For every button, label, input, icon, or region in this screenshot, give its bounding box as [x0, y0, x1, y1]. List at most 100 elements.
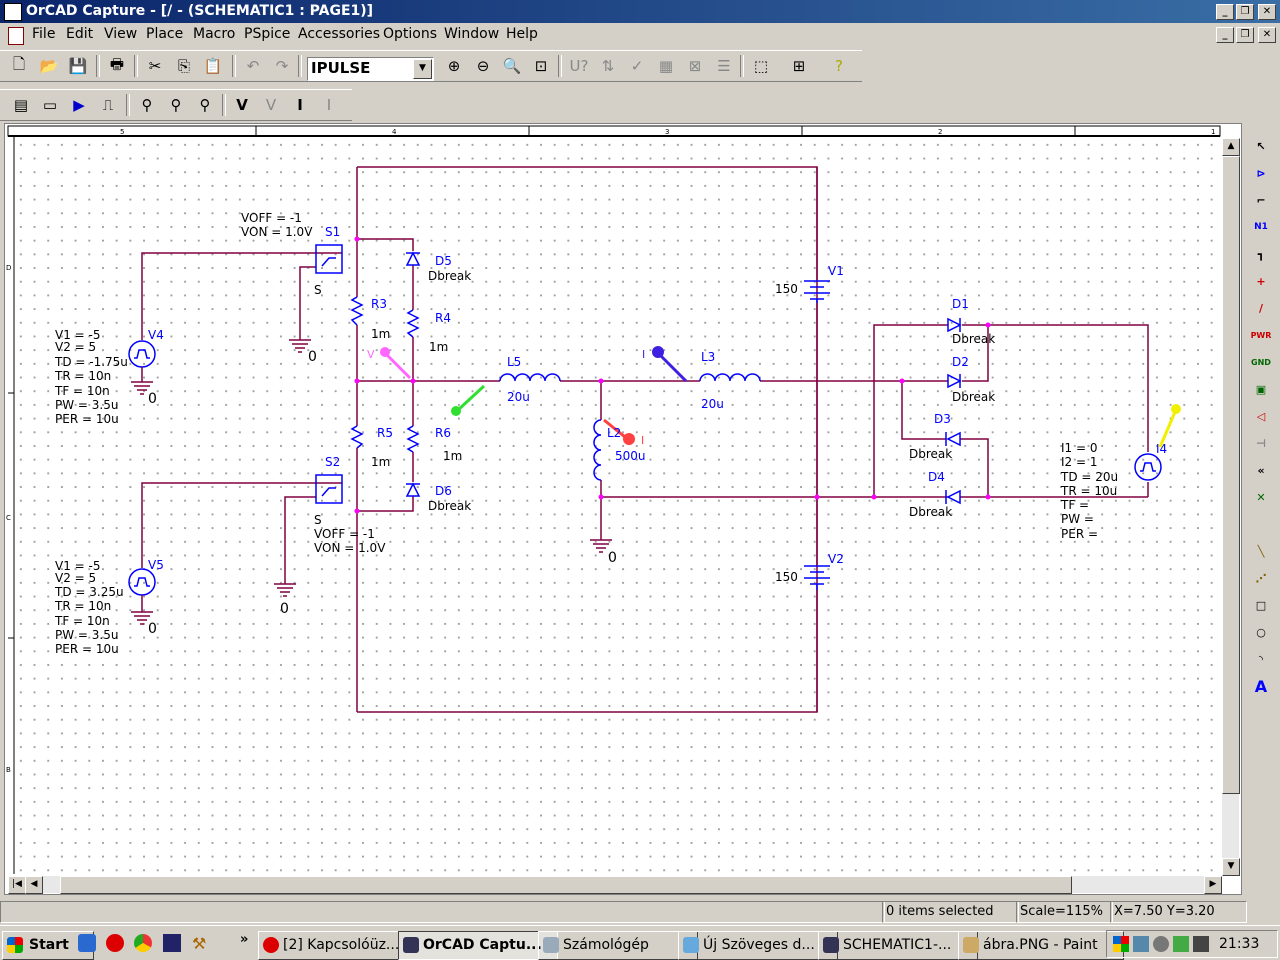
place-ground-icon[interactable]: GND [1249, 350, 1273, 374]
place-bus-entry-icon[interactable]: / [1249, 296, 1273, 320]
chrome-icon[interactable] [134, 934, 152, 952]
v1-ref: V1 [828, 264, 844, 278]
place-part-icon[interactable]: ⊳ [1249, 161, 1273, 185]
s1-voff: VOFF = -1 [241, 211, 302, 225]
place-port-icon[interactable]: ◁ [1249, 404, 1273, 428]
tray-app-icon[interactable] [1113, 936, 1129, 952]
v4-param: TD = -1.75u [54, 355, 128, 369]
tray-security-icon[interactable] [1173, 936, 1189, 952]
place-arc-icon[interactable]: ◝ [1249, 647, 1273, 671]
vertical-scroll-thumb[interactable] [1222, 156, 1240, 794]
notepad-icon [683, 937, 699, 953]
d2-model: Dbreak [952, 390, 995, 404]
s2-von: VON = 1.0V [314, 541, 386, 555]
ruler-row-d: D [6, 264, 11, 272]
ground-label-l2: 0 [608, 550, 617, 566]
place-pin-icon[interactable]: ⊣ [1249, 431, 1273, 455]
v4-param: PW = 3.5u [55, 398, 118, 412]
ruler-col-3: 3 [665, 128, 669, 136]
diode-d5 [405, 251, 421, 266]
save-disk-icon[interactable] [163, 934, 181, 952]
horizontal-scroll-thumb[interactable] [60, 876, 1072, 894]
place-bus-icon[interactable]: ┓ [1249, 242, 1273, 266]
parts [128, 244, 1162, 596]
i4-param: PER = [1061, 527, 1098, 541]
d6-model: Dbreak [428, 499, 471, 513]
tools-icon[interactable]: ⚒ [192, 934, 210, 953]
r6-value: 1m [443, 449, 462, 463]
tray-monitor-icon[interactable] [1193, 936, 1209, 952]
d5-ref: D5 [435, 254, 452, 268]
v5-param: PER = 10u [55, 642, 119, 656]
status-message [0, 901, 885, 923]
v4-param: V2 = 5 [55, 340, 96, 354]
place-junction-icon[interactable]: + [1249, 269, 1273, 293]
horizontal-scrollbar[interactable]: |◀ ◀ ▶ [8, 876, 1222, 894]
place-rectangle-icon[interactable]: □ [1249, 593, 1273, 617]
d5-model: Dbreak [428, 269, 471, 283]
windows-logo-icon [7, 937, 23, 953]
scroll-down-icon[interactable]: ▼ [1222, 858, 1240, 876]
orcad-icon [403, 937, 419, 953]
task-label: ábra.PNG - Paint [983, 937, 1098, 953]
differential-probe-icon [451, 384, 486, 416]
opera-icon[interactable] [106, 934, 124, 952]
place-text-icon[interactable]: A [1249, 674, 1273, 698]
schematic-canvas[interactable]: 5 4 3 2 1 D C B V I I VOFF = -1 VON = 1.… [0, 0, 1280, 900]
place-polyline-icon[interactable]: ⋰ [1249, 566, 1273, 590]
scroll-first-icon[interactable]: |◀ [8, 876, 26, 894]
tray-network-icon[interactable] [1133, 936, 1149, 952]
place-ellipse-icon[interactable]: ○ [1249, 620, 1273, 644]
place-hierarchical-block-icon[interactable]: ▣ [1249, 377, 1273, 401]
task-schematic[interactable]: SCHEMATIC1-... [818, 931, 978, 960]
place-no-connect-icon[interactable]: ✕ [1249, 485, 1273, 509]
tray-disc-icon[interactable] [1153, 936, 1169, 952]
start-label: Start [29, 937, 69, 953]
ruler-row-c: C [6, 514, 11, 522]
scroll-left-icon[interactable]: ◀ [25, 876, 43, 894]
v5-param: PW = 3.5u [55, 628, 118, 642]
d2-ref: D2 [952, 355, 969, 369]
scroll-up-icon[interactable]: ▲ [1222, 138, 1240, 156]
v4-param: PER = 10u [55, 412, 119, 426]
vertical-scrollbar[interactable]: ▲ ▼ [1222, 138, 1240, 876]
labels: VOFF = -1 VON = 1.0V S1 S S2 S VOFF = -1… [54, 211, 1167, 656]
i4-param: TD = 20u [1060, 470, 1118, 484]
task-label: OrCAD Captu... [423, 937, 542, 953]
ruler-col-2: 2 [938, 128, 942, 136]
task-opera[interactable]: [2] Kapcsolóüz... [258, 931, 418, 960]
page-border [7, 125, 1221, 874]
place-power-icon[interactable]: PWR [1249, 323, 1273, 347]
place-off-page-icon[interactable]: « [1249, 458, 1273, 482]
paint-icon [963, 937, 979, 953]
place-wire-icon[interactable]: ⌐ [1249, 188, 1273, 212]
place-net-alias-icon[interactable]: N1 [1249, 215, 1273, 239]
orcad-icon [823, 937, 839, 953]
inductor-l5 [499, 373, 561, 382]
ground-label-v4: 0 [148, 391, 157, 407]
task-notepad[interactable]: Új Szöveges d... [678, 931, 838, 960]
task-label: SCHEMATIC1-... [843, 937, 952, 953]
scroll-right-icon[interactable]: ▶ [1204, 876, 1222, 894]
task-paint[interactable]: ábra.PNG - Paint [958, 931, 1124, 960]
ruler-col-5: 5 [120, 128, 124, 136]
v2-ref: V2 [828, 552, 844, 566]
taskbar: Start ⚒ » [2] Kapcsolóüz... OrCAD Captu.… [0, 925, 1280, 960]
inductor-l3 [699, 373, 761, 382]
r4-ref: R4 [435, 311, 451, 325]
diode-d1 [947, 317, 962, 333]
select-arrow-icon[interactable]: ↖ [1249, 134, 1273, 158]
current-probe-l3-icon: I [642, 346, 688, 383]
v1-value: 150 [775, 282, 798, 296]
s2-label: S [314, 513, 322, 527]
v5-param: TD = 3.25u [54, 585, 124, 599]
status-selection: 0 items selected [882, 901, 1019, 923]
task-orcad[interactable]: OrCAD Captu... [398, 931, 558, 960]
source-i4 [1134, 453, 1162, 481]
s1-ref: S1 [325, 225, 340, 239]
diode-d3 [946, 431, 961, 447]
more-quicklaunch-icon[interactable]: » [240, 932, 248, 947]
place-line-icon[interactable]: ╲ [1249, 539, 1273, 563]
ie-icon[interactable] [78, 934, 96, 952]
task-calculator[interactable]: Számológép [538, 931, 698, 960]
